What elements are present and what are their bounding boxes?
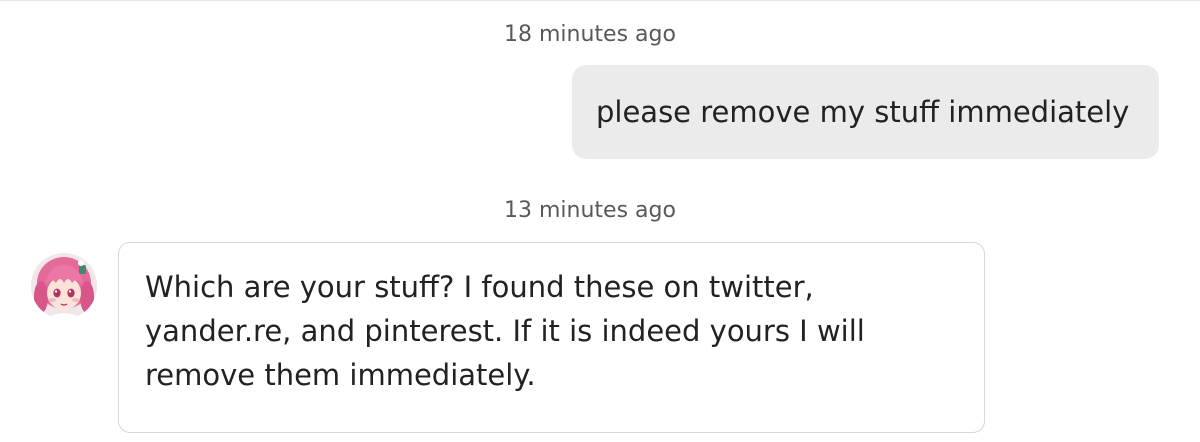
message-timestamp: 13 minutes ago xyxy=(504,198,676,223)
incoming-message-line: remove them immediately. xyxy=(145,358,536,392)
outgoing-message-bubble: please remove my stuff immediately xyxy=(572,65,1159,159)
incoming-message-line: Which are your stuff? I found these on t… xyxy=(145,270,814,304)
message-timestamp: 18 minutes ago xyxy=(504,22,676,47)
sender-avatar[interactable] xyxy=(31,253,97,319)
top-divider xyxy=(0,0,1200,1)
incoming-message-line: yander.re, and pinterest. If it is indee… xyxy=(145,314,865,348)
outgoing-message-text: please remove my stuff immediately xyxy=(596,95,1130,129)
anime-girl-avatar-icon xyxy=(31,253,97,319)
incoming-message-bubble: Which are your stuff? I found these on t… xyxy=(118,242,985,433)
